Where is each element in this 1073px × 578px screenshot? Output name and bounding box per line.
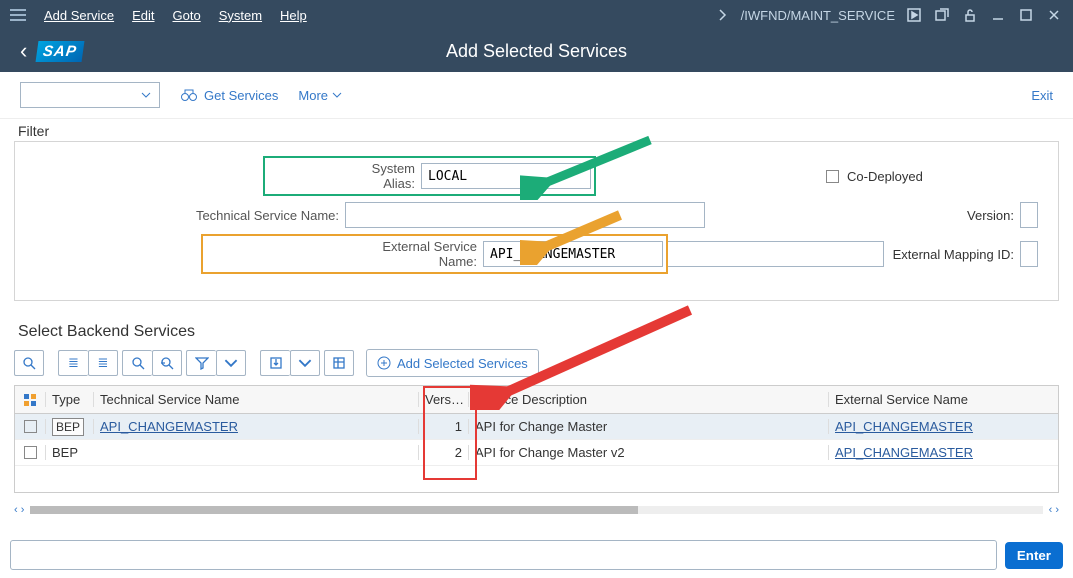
add-selected-services-button[interactable]: Add Selected Services [366,349,539,377]
more-label: More [298,88,328,103]
version-input[interactable] [1020,202,1038,228]
filter-panel: System Alias: Co-Deployed Technical Serv… [14,141,1059,301]
row-checkbox[interactable] [24,446,37,459]
col-technical-service-name[interactable]: Technical Service Name [93,392,418,407]
table-header: Type Technical Service Name Vers… Servic… [15,386,1058,414]
cell-description: API for Change Master [468,419,828,434]
page-title: Add Selected Services [446,41,627,62]
find-icon[interactable] [122,350,152,376]
lock-open-icon[interactable] [961,6,979,24]
codeployed-label: Co-Deployed [847,169,923,184]
filter-icon[interactable] [186,350,216,376]
app-toolbar: Get Services More Exit [0,72,1073,119]
cell-type: BEP [52,445,78,460]
version-label: Version: [967,208,1014,223]
find-next-icon[interactable] [152,350,182,376]
sort-asc-icon[interactable]: ≣ [58,350,88,376]
minimize-icon[interactable] [989,6,1007,24]
export-dropdown-icon[interactable] [290,350,320,376]
transaction-code: /IWFND/MAINT_SERVICE [741,8,895,23]
chevron-down-icon [332,92,342,98]
scroll-right-icon[interactable]: ‹ › [1049,504,1059,516]
menu-system[interactable]: System [219,8,262,23]
chevron-right-icon [713,6,731,24]
horizontal-scroll[interactable]: ‹ › ‹ › [0,503,1073,517]
external-service-name-highlight: External Service Name: [201,234,668,274]
col-external-service-name[interactable]: External Service Name [828,392,1058,407]
cell-description: API for Change Master v2 [468,445,828,460]
cell-technical-service-name[interactable]: API_CHANGEMASTER [100,419,238,434]
codeployed-checkbox[interactable] [826,170,839,183]
annotation-red-box [423,386,477,480]
more-button[interactable]: More [298,88,342,103]
menu-add-service[interactable]: Add Service [44,8,114,23]
scroll-left-icon[interactable]: ‹ › [14,504,24,516]
system-alias-highlight: System Alias: [263,156,596,196]
enter-button[interactable]: Enter [1005,542,1063,569]
menu-goto[interactable]: Goto [173,8,201,23]
col-type[interactable]: Type [45,392,93,407]
get-services-button[interactable]: Get Services [180,88,278,103]
system-alias-input[interactable] [421,163,591,189]
command-input[interactable] [10,540,997,570]
sort-desc-icon[interactable]: ≣ [88,350,118,376]
technical-service-name-label: Technical Service Name: [35,208,345,223]
menu-edit[interactable]: Edit [132,8,154,23]
external-service-name-input[interactable] [483,241,663,267]
services-table: Type Technical Service Name Vers… Servic… [14,385,1059,493]
hamburger-menu-icon[interactable] [10,9,26,21]
get-services-label: Get Services [204,88,278,103]
export-icon[interactable] [260,350,290,376]
external-service-name-ext-input[interactable] [668,241,884,267]
maximize-icon[interactable] [1017,6,1035,24]
command-bar: Enter [0,534,1073,578]
menu-help[interactable]: Help [280,8,307,23]
backend-section-title: Select Backend Services [0,319,1073,343]
binoculars-icon [180,88,198,102]
backend-toolbar: ≣ ≣ Add Selected Services [0,343,1073,385]
title-bar: ‹ SAP Add Selected Services [0,30,1073,72]
plus-circle-icon [377,356,391,370]
sap-logo: SAP [36,41,85,62]
col-service-description[interactable]: Service Description [468,392,828,407]
table-row[interactable]: BEP 2 API for Change Master v2 API_CHANG… [15,440,1058,466]
cell-external-service-name[interactable]: API_CHANGEMASTER [835,419,973,434]
exit-button[interactable]: Exit [1031,88,1053,103]
add-selected-services-label: Add Selected Services [397,356,528,371]
filter-section-label: Filter [0,119,1073,141]
toolbar-dropdown[interactable] [20,82,160,108]
back-button[interactable]: ‹ [20,38,27,64]
menubar: Add Service Edit Goto System Help /IWFND… [0,0,1073,30]
close-icon[interactable] [1045,6,1063,24]
technical-service-name-input[interactable] [345,202,705,228]
select-all-icon[interactable] [23,393,37,407]
row-checkbox[interactable] [24,420,37,433]
new-window-icon[interactable] [933,6,951,24]
external-service-name-label: External Service Name: [343,239,483,269]
system-alias-label: System Alias: [343,161,421,191]
cell-type: BEP [52,418,84,436]
cell-external-service-name[interactable]: API_CHANGEMASTER [835,445,973,460]
external-mapping-id-input[interactable] [1020,241,1038,267]
filter-dropdown-icon[interactable] [216,350,246,376]
play-icon[interactable] [905,6,923,24]
layout-icon[interactable] [324,350,354,376]
external-mapping-id-label: External Mapping ID: [893,247,1014,262]
details-icon[interactable] [14,350,44,376]
table-row[interactable]: BEP API_CHANGEMASTER 1 API for Change Ma… [15,414,1058,440]
